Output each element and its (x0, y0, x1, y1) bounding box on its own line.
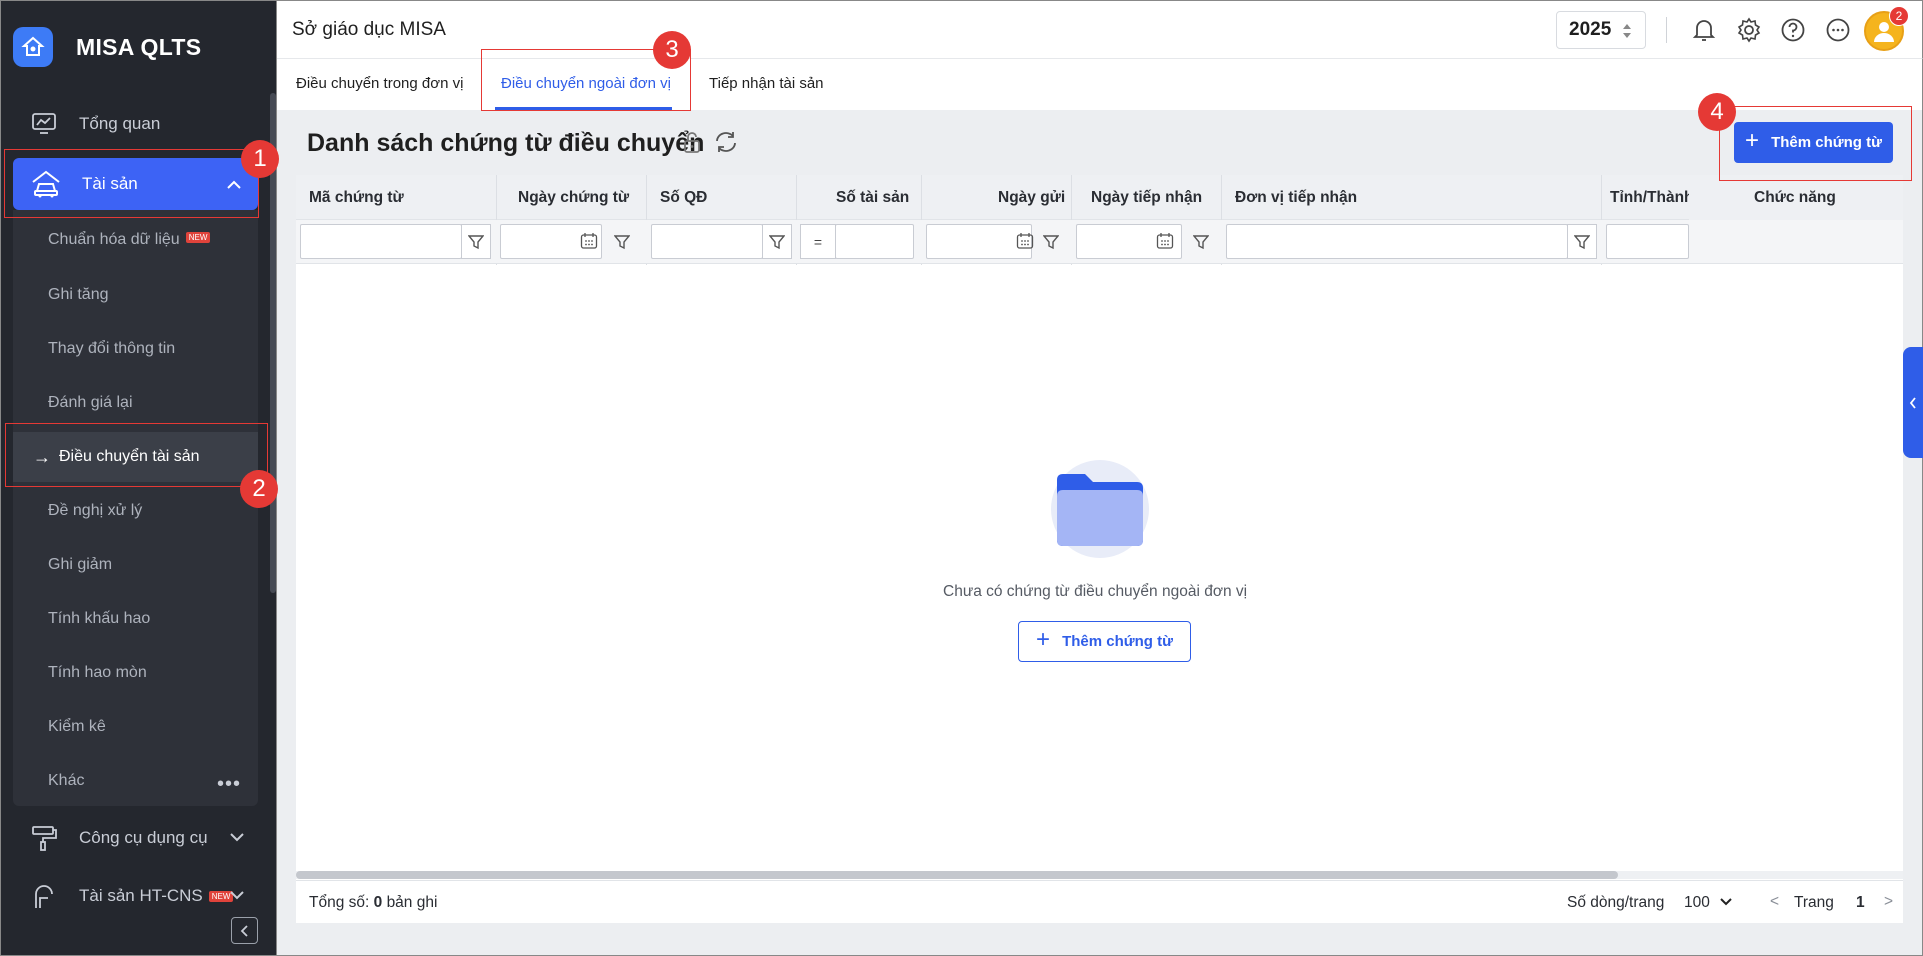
monitor-chart-icon (29, 109, 59, 139)
notification-badge: 2 (1889, 6, 1909, 26)
prev-page-button[interactable]: < (1770, 893, 1779, 911)
collapse-sidebar-button[interactable] (231, 917, 258, 944)
annotation-box-1 (4, 149, 259, 218)
chevron-down-icon (229, 885, 245, 905)
total-records: Tổng số: 0 bản ghi (309, 894, 438, 911)
filter-funnel-icon[interactable] (762, 224, 792, 259)
next-page-button[interactable]: > (1884, 893, 1893, 911)
brand-name: MISA QLTS (76, 33, 202, 60)
chevron-down-icon (229, 827, 245, 847)
submenu-item-change-info[interactable]: Thay đổi thông tin (48, 340, 175, 358)
submenu-item-amortization[interactable]: Tính hao mòn (48, 664, 147, 682)
filter-funnel-icon[interactable] (1567, 224, 1597, 259)
refresh-icon[interactable] (713, 130, 739, 159)
column-header-code[interactable]: Mã chứng từ (309, 189, 404, 207)
filter-funnel-icon[interactable] (1036, 224, 1066, 259)
submenu-item-increase[interactable]: Ghi tăng (48, 286, 108, 304)
column-header-asset-count[interactable]: Số tài sản (836, 189, 909, 207)
sidebar-item-label: Tài sản HT-CNS (79, 886, 203, 905)
column-header-province[interactable]: Tỉnh/Thành (1610, 189, 1694, 207)
plus-icon: + (1036, 626, 1051, 653)
folder-icon (1057, 474, 1143, 546)
filter-funnel-icon[interactable] (461, 224, 491, 259)
home-logo-icon (13, 27, 53, 67)
submenu-item-decrease[interactable]: Ghi giảm (48, 556, 112, 574)
sidebar-item-infra[interactable]: Tài sản HT-CNS NEW (29, 881, 244, 911)
header-divider (1666, 17, 1667, 43)
annotation-number-3: 3 (653, 31, 691, 69)
spinner-arrows-icon (1621, 22, 1633, 46)
page-label: Trang (1794, 894, 1834, 911)
calendar-icon[interactable] (1016, 232, 1034, 250)
page-title: Danh sách chứng từ điều chuyển (307, 129, 705, 157)
column-header-receive-date[interactable]: Ngày tiếp nhận (1091, 189, 1202, 207)
filter-receiving-unit-input[interactable] (1226, 224, 1568, 259)
annotation-box-2 (5, 423, 268, 487)
sidebar-item-overview[interactable]: Tổng quan (29, 109, 160, 139)
current-page: 1 (1856, 894, 1865, 911)
tower-icon (29, 881, 59, 911)
filter-asset-count-input[interactable] (835, 224, 914, 259)
annotation-box-4 (1719, 106, 1912, 181)
submenu-item-propose[interactable]: Đề nghị xử lý (48, 502, 142, 520)
sidebar-item-tools[interactable]: Công cụ dụng cụ (29, 823, 244, 853)
annotation-number-1: 1 (241, 140, 279, 178)
help-icon[interactable] (1779, 16, 1807, 44)
sidebar-item-label: Tổng quan (79, 114, 161, 133)
annotation-number-2: 2 (240, 470, 278, 508)
filter-decision-input[interactable] (651, 224, 763, 259)
submenu-item-depreciation[interactable]: Tính khấu hao (48, 610, 150, 628)
filter-operator-select[interactable]: = (800, 224, 836, 259)
organization-title: Sở giáo dục MISA (292, 19, 446, 40)
filter-row: = (296, 220, 1903, 264)
paint-roller-icon (29, 823, 59, 853)
submenu-item-revalue[interactable]: Đánh giá lại (48, 394, 133, 412)
chevron-down-icon[interactable] (1719, 897, 1733, 907)
chevron-left-icon (240, 924, 248, 937)
column-header-decision-no[interactable]: Số QĐ (660, 189, 707, 207)
more-options-icon[interactable] (1824, 16, 1852, 44)
grid-header: Mã chứng từ Ngày chứng từ Số QĐ Số tài s… (296, 175, 1903, 220)
submenu-item-other[interactable]: Khác (48, 772, 84, 790)
tab-receive-assets[interactable]: Tiếp nhận tài sản (709, 75, 824, 92)
annotation-number-4: 4 (1698, 93, 1736, 131)
submenu-item-normalize[interactable]: Chuẩn hóa dữ liệu NEW (48, 231, 211, 249)
empty-add-document-button[interactable]: + Thêm chứng từ (1018, 621, 1191, 662)
empty-state-message: Chưa có chứng từ điều chuyển ngoài đơn v… (943, 583, 1248, 600)
column-header-doc-date[interactable]: Ngày chứng từ (518, 189, 629, 207)
chevron-left-icon (1909, 396, 1916, 409)
column-header-receiving-unit[interactable]: Đơn vị tiếp nhận (1235, 189, 1357, 207)
filter-funnel-icon[interactable] (1186, 224, 1216, 259)
sidebar-item-label: Công cụ dụng cụ (79, 828, 208, 847)
rows-per-page-label: Số dòng/trang (1567, 894, 1665, 911)
more-dots-icon[interactable]: ••• (217, 773, 241, 796)
gear-icon[interactable] (1735, 16, 1763, 44)
new-badge: NEW (185, 232, 211, 243)
column-header-actions: Chức năng (1754, 189, 1836, 206)
tab-internal-transfer[interactable]: Điều chuyển trong đơn vị (296, 75, 463, 92)
horizontal-scrollbar[interactable] (296, 871, 1618, 879)
unlock-icon[interactable] (682, 131, 702, 160)
year-select[interactable]: 2025 (1556, 11, 1646, 49)
calendar-icon[interactable] (1156, 232, 1174, 250)
calendar-icon[interactable] (580, 232, 598, 250)
rows-per-page-select[interactable]: 100 (1684, 894, 1710, 912)
brand[interactable]: MISA QLTS (13, 27, 201, 67)
side-panel-toggle[interactable] (1903, 347, 1923, 458)
filter-funnel-icon[interactable] (607, 224, 637, 259)
grid-footer: Tổng số: 0 bản ghi Số dòng/trang 100 < T… (296, 880, 1903, 923)
filter-province-input[interactable] (1606, 224, 1689, 259)
bell-icon[interactable] (1690, 16, 1718, 44)
column-header-sent-date[interactable]: Ngày gửi (998, 189, 1065, 207)
filter-code-input[interactable] (300, 224, 462, 259)
submenu-item-inventory[interactable]: Kiểm kê (48, 718, 106, 736)
